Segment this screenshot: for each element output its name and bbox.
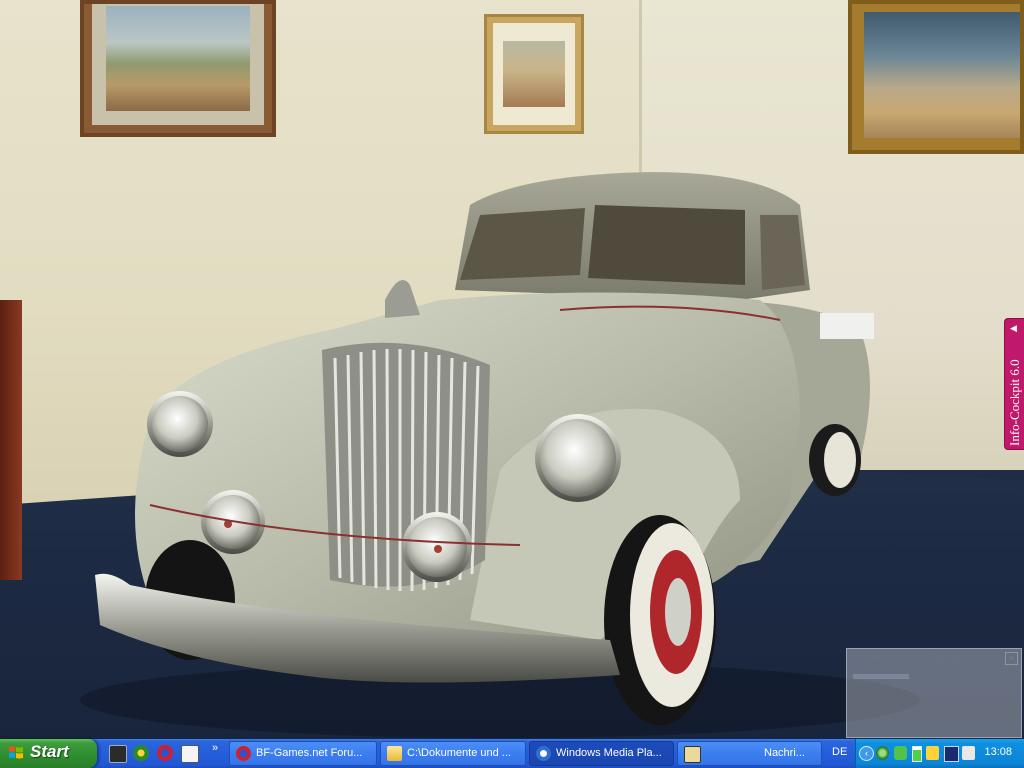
taskbar-window-button[interactable]: BF-Games.net Foru... bbox=[229, 741, 377, 766]
start-button[interactable]: Start bbox=[0, 739, 97, 768]
clock[interactable]: 13:08 bbox=[984, 746, 1012, 758]
media-player-icon bbox=[536, 746, 551, 761]
settings-icon[interactable] bbox=[133, 745, 149, 761]
info-cockpit-sidebar-tab[interactable]: ◀ Info-Cockpit 6.0 bbox=[1004, 318, 1024, 450]
taskbar-window-button[interactable]: C:\Dokumente und ... bbox=[380, 741, 526, 766]
opera-icon[interactable] bbox=[157, 745, 173, 761]
close-icon[interactable]: × bbox=[1005, 652, 1018, 665]
notification-title: Online-Benachrichtigung bbox=[851, 652, 961, 663]
online-notification-popup[interactable]: Online-Benachrichtigung × bbox=[846, 648, 1022, 738]
folder-icon bbox=[387, 746, 402, 761]
taskbar-window-label: BF-Games.net Foru... bbox=[256, 747, 363, 759]
taskbar-window-button[interactable]: Nachri... bbox=[677, 741, 822, 766]
recycle-icon[interactable] bbox=[894, 746, 907, 760]
vintage-car-photo bbox=[80, 172, 920, 738]
taskbar-window-label: C:\Dokumente und ... bbox=[407, 747, 511, 759]
quick-launch-bar: » bbox=[103, 739, 228, 768]
info-cockpit-label: Info-Cockpit 6.0 bbox=[1007, 359, 1022, 446]
connection-icon[interactable] bbox=[926, 746, 939, 760]
desktop-wallpaper bbox=[0, 0, 1024, 739]
quicklaunch-overflow-chevron[interactable]: » bbox=[212, 742, 218, 754]
opera-icon bbox=[236, 746, 251, 761]
taskbar: Start » BF-Games.net Foru... C:\Dokument… bbox=[0, 739, 1024, 768]
expand-arrow-icon: ◀ bbox=[1010, 323, 1017, 333]
language-indicator[interactable]: DE bbox=[832, 746, 847, 758]
winamp-icon[interactable] bbox=[109, 745, 127, 763]
network-icon[interactable] bbox=[876, 746, 889, 760]
taskbar-window-label: Windows Media Pla... bbox=[556, 747, 662, 759]
volume-icon[interactable] bbox=[962, 746, 975, 760]
battery-icon[interactable] bbox=[912, 746, 922, 762]
taskbar-window-label: Nachri... bbox=[764, 747, 805, 759]
monitor-icon[interactable] bbox=[944, 746, 959, 762]
email-icon[interactable] bbox=[181, 745, 199, 763]
messenger-icon bbox=[684, 746, 701, 763]
windows-logo-icon bbox=[9, 746, 23, 759]
notification-content-bar bbox=[853, 674, 909, 679]
system-tray: ‹ 13:08 bbox=[855, 739, 1024, 768]
tray-expand-icon[interactable]: ‹ bbox=[859, 746, 874, 761]
taskbar-window-button[interactable]: Windows Media Pla... bbox=[529, 741, 674, 766]
start-label: Start bbox=[30, 742, 69, 761]
